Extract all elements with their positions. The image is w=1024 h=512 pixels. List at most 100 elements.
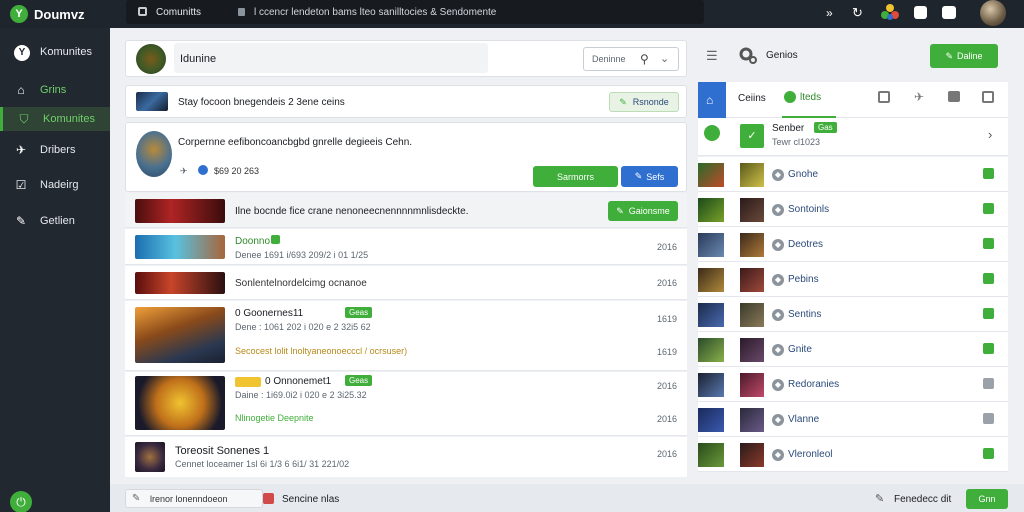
sidebar-item-getlien[interactable]: ✎ Getlien [0,209,110,233]
list-item-avatar [740,338,764,362]
sidebar-item-komunites-header[interactable]: Y Komunites [0,40,110,64]
page-title: Idunine [180,53,217,65]
colorful-game-icon[interactable] [880,3,900,23]
address-text[interactable]: l ccencr lendeton bams lteo sanilltocies… [254,7,496,18]
list-item[interactable]: ◆ Sontoinls [698,192,1008,227]
profile-status-icon [704,125,720,141]
search-input[interactable]: Deninne ⚲ ⌄ [583,47,679,71]
list-item[interactable]: ◆ Deotres [698,227,1008,262]
status-icon[interactable] [983,413,994,424]
list-item[interactable]: ◆ Pebins [698,262,1008,297]
feature-avatar[interactable] [136,131,172,177]
tab-ceiins[interactable]: Ceiins [738,93,766,104]
row-thumbnail [135,442,165,472]
list-item[interactable]: ◆ Gnohe [698,157,1008,192]
sidebar: Y Komunites ⌂ Grins ⛉ Komunites ✈ Driber… [0,28,110,512]
list-item[interactable]: ◆ Gnite [698,332,1008,367]
chat-icon[interactable] [948,91,960,102]
sidebar-item-nadeirg[interactable]: ☑ Nadeirg [0,173,110,197]
camera-icon[interactable] [942,6,956,19]
menu-icon[interactable]: ☰ [706,48,718,64]
feature-green-button[interactable]: Sarmorrs [533,166,618,187]
row-date: 2016 [656,278,677,288]
gears-icon [738,46,758,66]
power-icon[interactable]: ⏻ [10,491,32,512]
list-item[interactable]: ◆ Sentins [698,297,1008,332]
chevrons-right-icon[interactable]: » [826,6,833,20]
list-item[interactable]: ◆ Vleronleol [698,437,1008,472]
row-title: 0 Goonernes11 [235,308,304,319]
profile-name: Senber [772,123,805,134]
status-icon[interactable] [983,308,994,319]
bottom-input-text: lrenor lonenndoeon [150,494,228,504]
home-tab[interactable]: ⌂ [698,82,726,118]
brand-icon[interactable] [914,6,927,19]
main-header: Idunine Deninne ⚲ ⌄ [125,40,687,77]
settings-icon[interactable] [982,91,994,103]
list-item-label: Pebins [788,274,819,285]
bottom-action-button[interactable]: Gnn [966,489,1008,509]
list-item-avatar [740,233,764,257]
list-item-thumbnail [698,408,724,432]
status-icon[interactable] [983,238,994,249]
search-icon[interactable]: ⚲ [640,52,649,66]
community-avatar[interactable] [136,44,166,74]
row-badge: Geas [345,307,373,318]
list-item-avatar [740,303,764,327]
sidebar-item-komunites[interactable]: ⛉ Komunites [0,107,110,131]
row-date-secondary: 1619 [656,347,677,357]
status-icon[interactable] [983,203,994,214]
list-item-thumbnail [698,303,724,327]
table-row[interactable]: 0 Goonernes11 Geas Dene : 1061 202 i 020… [125,301,687,371]
feature-card: Corpernne eefiboncoancbgbd gnrelle degie… [125,122,687,192]
list-item-avatar [740,443,764,467]
sidebar-item-grins[interactable]: ⌂ Grins [0,78,110,102]
table-row[interactable]: Sonlentelnordelcimg ocnanoe 2016 [125,266,687,300]
bottom-input[interactable]: ✎ lrenor lonenndoeon [125,489,263,508]
status-icon[interactable] [983,168,994,179]
profile-row[interactable]: ✓ Senber Gas Tewr cl1023 › [698,118,1008,156]
row-tag [235,377,261,387]
pin-icon[interactable]: ✈ [914,90,924,104]
table-row[interactable]: Toreosit Sonenes 1 Cennet loceamer 1sl 6… [125,437,687,477]
row-extra: Nlinogetie Deepnite [235,413,314,423]
search-placeholder: Deninne [592,54,626,64]
feature-stats: $69 20 263 [214,166,260,176]
list-item-label: Sontoinls [788,204,830,215]
pencil-icon: ✎ [945,50,954,61]
list-item-label: Sentins [788,309,822,320]
status-icon[interactable] [983,448,994,459]
tab-lteds[interactable]: lteds [782,82,836,118]
status-icon[interactable] [983,378,994,389]
respond-button[interactable]: ✎ Rsnonde [609,92,679,112]
row-meta: Daine : 1i69.0i2 i 020 e 2 3i25.32 [235,390,367,400]
profile-meta: Tewr cl1023 [772,137,821,147]
feature-blue-button[interactable]: ✎ Sefs [621,166,678,187]
chevron-right-icon[interactable]: › [988,127,992,142]
list-item-avatar [740,163,764,187]
status-icon[interactable] [983,273,994,284]
nav-tab[interactable]: Comunitts l ccencr lendeton bams lteo sa… [126,0,704,24]
banner-row[interactable]: Ilne bocnde fice crane nenoneecnennnnmnl… [125,193,687,228]
table-row[interactable]: Doonno Denee 1691 i/693 209/2 i 01 1/25 … [125,229,687,265]
feature-green-label: Sarmorrs [556,171,594,182]
list-item[interactable]: ◆ Redoranies [698,367,1008,402]
sidebar-item-dribers[interactable]: ✈ Dribers [0,138,110,162]
user-avatar[interactable] [980,0,1006,26]
title-bar: Idunine [174,43,488,73]
list-item-thumbnail [698,268,724,292]
bottom-mid-text[interactable]: Sencine nlas [282,494,339,505]
image-icon[interactable] [878,91,890,103]
list-item[interactable]: ◆ Vlanne [698,402,1008,437]
chevron-down-icon[interactable]: ⌄ [660,52,669,65]
profile-badge: Gas [814,122,837,133]
table-row[interactable]: 0 Onnonemet1 Geas Daine : 1i69.0i2 i 020… [125,372,687,436]
app-logo[interactable]: Y [10,5,28,23]
share-icon[interactable]: ✈ [180,166,188,177]
post-bar-text: Stay focoon bnegendeis 2 3ene ceins [178,97,345,108]
status-icon[interactable] [983,343,994,354]
daline-button[interactable]: ✎ Daline [930,44,998,68]
banner-button[interactable]: ✎ Gaionsme [608,201,678,221]
refresh-icon[interactable]: ↻ [852,5,863,21]
bottom-right-text[interactable]: Fenedecc dit [894,494,951,505]
